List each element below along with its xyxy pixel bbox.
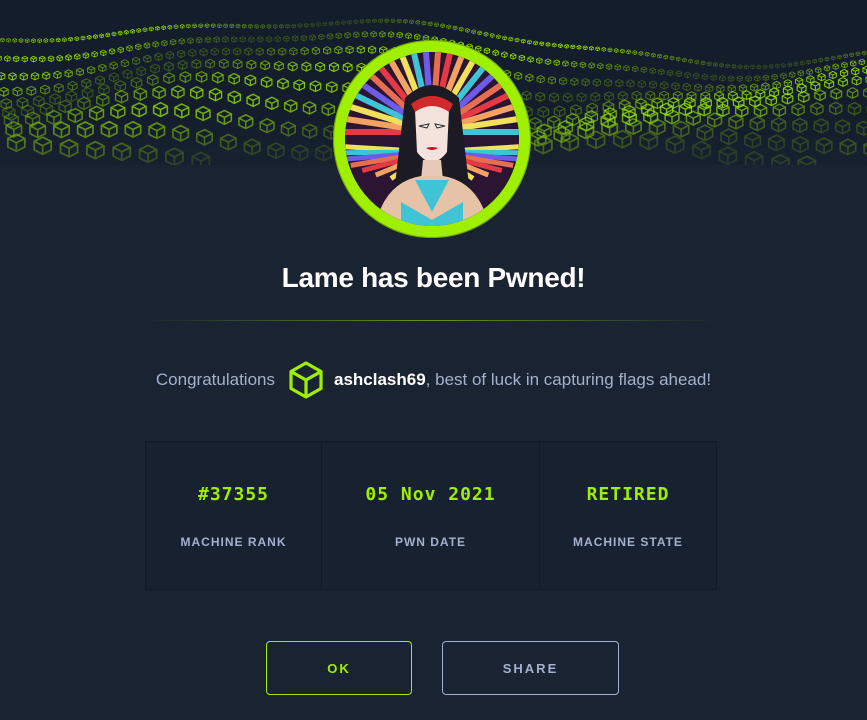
pwn-date-label: PWN DATE	[394, 535, 467, 549]
pwn-date-value: 05 Nov 2021	[365, 484, 496, 505]
congratulations-message: Congratulations ashclash69 , best of luc…	[0, 360, 867, 400]
machine-rank-label: MACHINE RANK	[180, 535, 287, 549]
htb-cube-icon	[288, 360, 324, 400]
congrats-suffix: , best of luck in capturing flags ahead!	[425, 370, 712, 389]
stat-machine-rank: #37355 MACHINE RANK	[146, 442, 322, 589]
lame-machine-portrait-icon	[345, 52, 519, 226]
machine-state-label: MACHINE STATE	[573, 535, 683, 549]
machine-avatar	[333, 40, 531, 238]
pwned-modal: Lame has been Pwned! Congratulations ash…	[0, 0, 867, 720]
stats-panel: #37355 MACHINE RANK 05 Nov 2021 PWN DATE…	[145, 441, 717, 590]
stat-pwn-date: 05 Nov 2021 PWN DATE	[322, 442, 540, 589]
machine-rank-value: #37355	[197, 484, 270, 505]
share-button[interactable]: SHARE	[442, 641, 619, 695]
title-divider	[145, 320, 717, 321]
pwned-title: Lame has been Pwned!	[281, 262, 586, 293]
ok-button[interactable]: OK	[266, 641, 412, 695]
congrats-prefix: Congratulations	[155, 370, 275, 389]
username-link[interactable]: ashclash69	[334, 370, 426, 390]
machine-state-value: RETIRED	[586, 484, 670, 505]
stat-machine-state: RETIRED MACHINE STATE	[540, 442, 716, 589]
